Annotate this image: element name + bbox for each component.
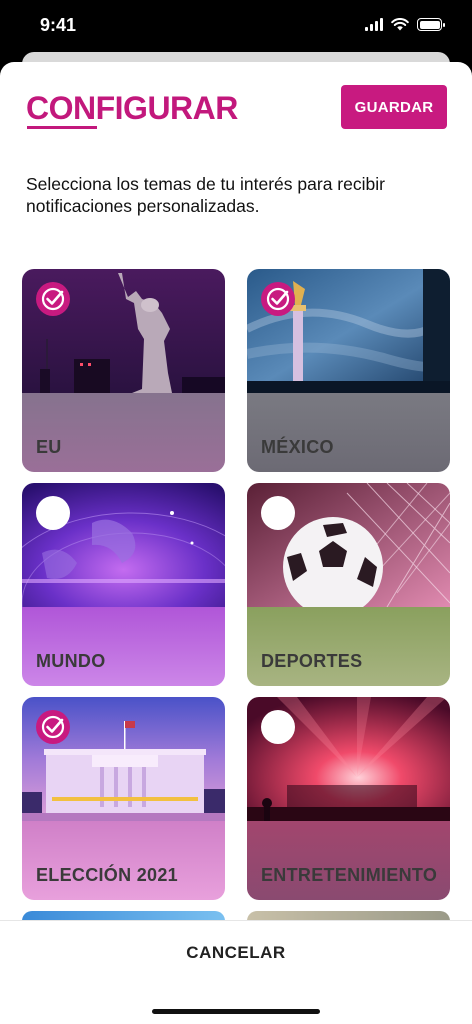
save-button[interactable]: GUARDAR <box>341 85 447 129</box>
card-footer <box>247 393 450 472</box>
battery-icon <box>417 18 445 31</box>
status-bar: 9:41 <box>0 0 472 54</box>
card-footer <box>22 607 225 686</box>
topic-label: MÉXICO <box>261 437 334 457</box>
wifi-icon <box>391 18 409 31</box>
unselected-circle-icon[interactable] <box>36 496 70 530</box>
status-icons <box>365 18 445 31</box>
bottom-bar: CANCELAR <box>0 920 472 1024</box>
card-footer <box>22 821 225 900</box>
unselected-circle-icon[interactable] <box>261 710 295 744</box>
settings-sheet: CONFIGURAR GUARDAR Selecciona los temas … <box>0 62 472 1024</box>
cancel-button[interactable]: CANCELAR <box>0 943 472 963</box>
topic-card-eu[interactable]: EU <box>22 269 225 472</box>
topic-label: MUNDO <box>36 651 106 671</box>
selected-check-icon[interactable] <box>36 282 70 316</box>
topic-label: EU <box>36 437 62 457</box>
description-text: Selecciona los temas de tu interés para … <box>26 174 385 216</box>
selected-check-icon[interactable] <box>36 710 70 744</box>
status-time: 9:41 <box>40 15 77 35</box>
cellular-signal-icon <box>365 18 383 31</box>
topic-label: DEPORTES <box>261 651 363 671</box>
topic-card-mexico[interactable]: MÉXICO <box>247 269 450 472</box>
topic-label: ENTRETENIMIENTO <box>261 865 438 885</box>
topic-card-entretenimiento[interactable]: ENTRETENIMIENTO <box>247 697 450 900</box>
unselected-circle-icon[interactable] <box>261 496 295 530</box>
card-footer <box>247 821 450 900</box>
topic-card-mundo[interactable]: MUNDO <box>22 483 225 686</box>
page-title: CONFIGURAR <box>26 90 238 126</box>
topic-card-deportes[interactable]: DEPORTES <box>247 483 450 686</box>
selected-check-icon[interactable] <box>261 282 295 316</box>
card-footer <box>247 607 450 686</box>
home-indicator[interactable] <box>152 1009 320 1014</box>
topic-card-eleccion-2021[interactable]: ELECCIÓN 2021 <box>22 697 225 900</box>
topic-label: ELECCIÓN 2021 <box>36 865 178 885</box>
title-underline <box>27 126 97 129</box>
card-footer <box>22 393 225 472</box>
